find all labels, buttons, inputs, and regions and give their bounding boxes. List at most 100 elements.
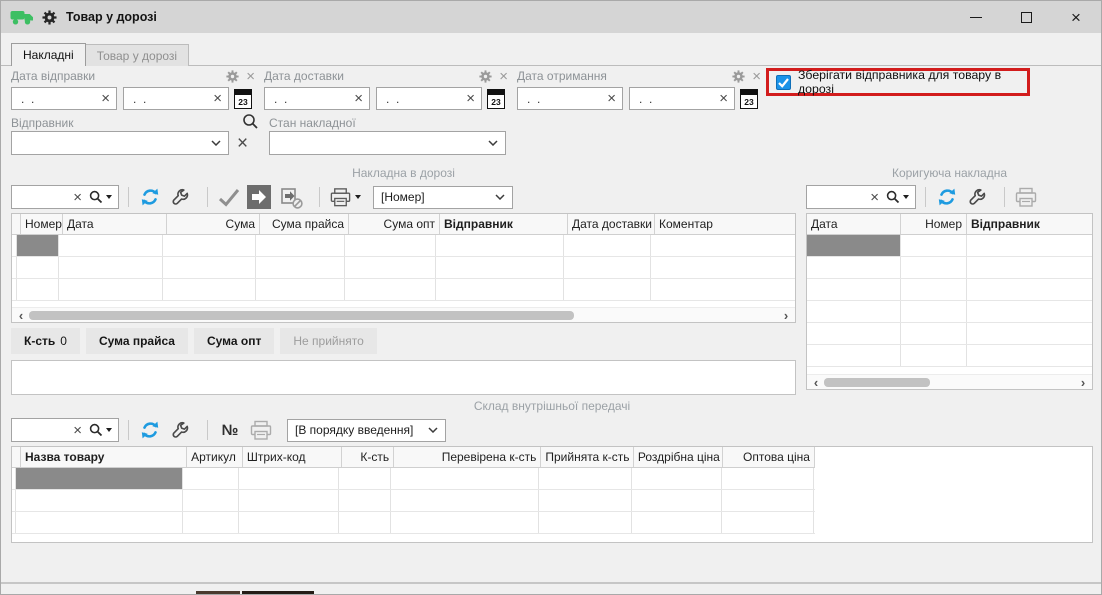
not-accepted-button[interactable]: Не прийнято	[280, 328, 376, 354]
transfer-search-input[interactable]: ×	[11, 418, 119, 442]
column-header[interactable]: Оптова ціна	[723, 447, 815, 467]
calendar-button[interactable]: 23	[740, 89, 758, 109]
print-button-disabled[interactable]	[1014, 185, 1038, 209]
table-row[interactable]	[807, 345, 1092, 367]
column-header[interactable]: Дата доставки	[568, 214, 655, 234]
date-sent-from-input[interactable]: . . ×	[11, 87, 117, 110]
filter-gear-icon[interactable]	[732, 70, 745, 83]
filter-clear-icon[interactable]: ×	[752, 69, 761, 84]
clear-icon[interactable]: ×	[719, 91, 728, 106]
table-row[interactable]	[807, 279, 1092, 301]
clear-icon[interactable]: ×	[213, 91, 222, 106]
clear-icon[interactable]: ×	[607, 91, 616, 106]
group-by-select[interactable]: [Номер]	[373, 186, 513, 209]
maximize-button[interactable]	[1001, 1, 1051, 33]
scrollbar-thumb[interactable]	[824, 378, 930, 387]
scroll-right-arrow[interactable]: ›	[1077, 375, 1089, 390]
column-header[interactable]: Дата	[807, 214, 901, 234]
scroll-right-arrow[interactable]: ›	[780, 308, 792, 323]
refresh-button[interactable]	[138, 418, 162, 442]
column-header[interactable]: Сума	[167, 214, 260, 234]
column-header[interactable]: Сума опт	[349, 214, 440, 234]
table-row[interactable]	[12, 257, 795, 279]
date-delivered-from-input[interactable]: . . ×	[264, 87, 370, 110]
settings-wrench-button[interactable]	[168, 185, 192, 209]
toolbar-separator	[925, 187, 926, 207]
table-row[interactable]	[807, 301, 1092, 323]
gear-icon[interactable]	[42, 10, 57, 25]
numbering-button[interactable]: №	[217, 422, 243, 439]
column-header[interactable]: Відправник	[967, 214, 1092, 234]
filter-gear-icon[interactable]	[479, 70, 492, 83]
table-row[interactable]	[12, 468, 815, 490]
tab-goods-in-transit[interactable]: Товар у дорозі	[86, 44, 189, 66]
column-header[interactable]: Штрих-код	[243, 447, 343, 467]
column-header[interactable]: Номер	[901, 214, 967, 234]
settings-wrench-button[interactable]	[168, 418, 192, 442]
close-button[interactable]: ×	[1051, 1, 1101, 33]
settings-wrench-button[interactable]	[965, 185, 989, 209]
calendar-button[interactable]: 23	[234, 89, 252, 109]
move-cancel-button[interactable]	[277, 185, 304, 209]
table-row[interactable]	[12, 490, 815, 512]
column-header[interactable]: Артикул	[187, 447, 243, 467]
print-button-disabled[interactable]	[249, 418, 273, 442]
correction-search-input[interactable]: ×	[806, 185, 916, 209]
table-row[interactable]	[807, 323, 1092, 345]
scroll-left-arrow[interactable]: ‹	[810, 375, 822, 390]
search-options-button[interactable]	[886, 190, 909, 204]
column-header[interactable]: Перевірена к-сть	[394, 447, 541, 467]
keep-sender-checkbox[interactable]	[776, 75, 791, 90]
minimize-button[interactable]	[951, 1, 1001, 33]
clear-icon[interactable]: ×	[466, 91, 475, 106]
print-button[interactable]	[329, 185, 361, 209]
clear-icon[interactable]: ×	[870, 190, 879, 205]
date-received-to-input[interactable]: . . ×	[629, 87, 735, 110]
column-header[interactable]: Роздрібна ціна	[634, 447, 724, 467]
column-header[interactable]: Назва товару	[21, 447, 187, 467]
column-header[interactable]: Номер	[21, 214, 63, 234]
date-sent-to-input[interactable]: . . ×	[123, 87, 229, 110]
filter-clear-icon[interactable]: ×	[246, 69, 255, 84]
opt-sum-button[interactable]: Сума опт	[194, 328, 274, 354]
clear-icon[interactable]: ×	[354, 91, 363, 106]
column-header[interactable]: Прийнята к-сть	[541, 447, 634, 467]
search-icon[interactable]	[242, 113, 259, 130]
sender-clear-button[interactable]: ×	[237, 134, 248, 153]
table-row[interactable]	[12, 512, 815, 534]
table-row[interactable]	[12, 279, 795, 301]
table-row[interactable]	[12, 235, 795, 257]
column-header[interactable]: К-сть	[342, 447, 394, 467]
accept-check-button[interactable]	[217, 185, 241, 209]
column-header[interactable]: Відправник	[440, 214, 568, 234]
search-options-button[interactable]	[89, 423, 112, 437]
clear-icon[interactable]: ×	[73, 190, 82, 205]
order-by-select[interactable]: [В порядку введення]	[287, 419, 446, 442]
date-delivered-to-input[interactable]: . . ×	[376, 87, 482, 110]
filter-date-delivered: Дата доставки × . . × . . × 23	[264, 69, 508, 110]
clear-icon[interactable]: ×	[73, 423, 82, 438]
qty-stat-button[interactable]: К-сть0	[11, 328, 80, 354]
search-options-button[interactable]	[89, 190, 112, 204]
move-forward-button[interactable]	[247, 185, 271, 209]
main-search-input[interactable]: ×	[11, 185, 119, 209]
filter-clear-icon[interactable]: ×	[499, 69, 508, 84]
price-sum-button[interactable]: Сума прайса	[86, 328, 188, 354]
column-header[interactable]: Сума прайса	[260, 214, 349, 234]
scrollbar-thumb[interactable]	[29, 311, 574, 320]
correction-toolbar: ×	[806, 184, 1093, 210]
date-received-from-input[interactable]: . . ×	[517, 87, 623, 110]
clear-icon[interactable]: ×	[101, 91, 110, 106]
tab-invoices[interactable]: Накладні	[11, 43, 86, 66]
scroll-left-arrow[interactable]: ‹	[15, 308, 27, 323]
invoice-state-select[interactable]	[269, 131, 506, 155]
column-header[interactable]: Дата	[63, 214, 167, 234]
table-row[interactable]	[807, 257, 1092, 279]
refresh-button[interactable]	[935, 185, 959, 209]
calendar-button[interactable]: 23	[487, 89, 505, 109]
column-header[interactable]: Коментар	[655, 214, 795, 234]
table-row[interactable]	[807, 235, 1092, 257]
filter-gear-icon[interactable]	[226, 70, 239, 83]
refresh-button[interactable]	[138, 185, 162, 209]
sender-select[interactable]	[11, 131, 229, 155]
